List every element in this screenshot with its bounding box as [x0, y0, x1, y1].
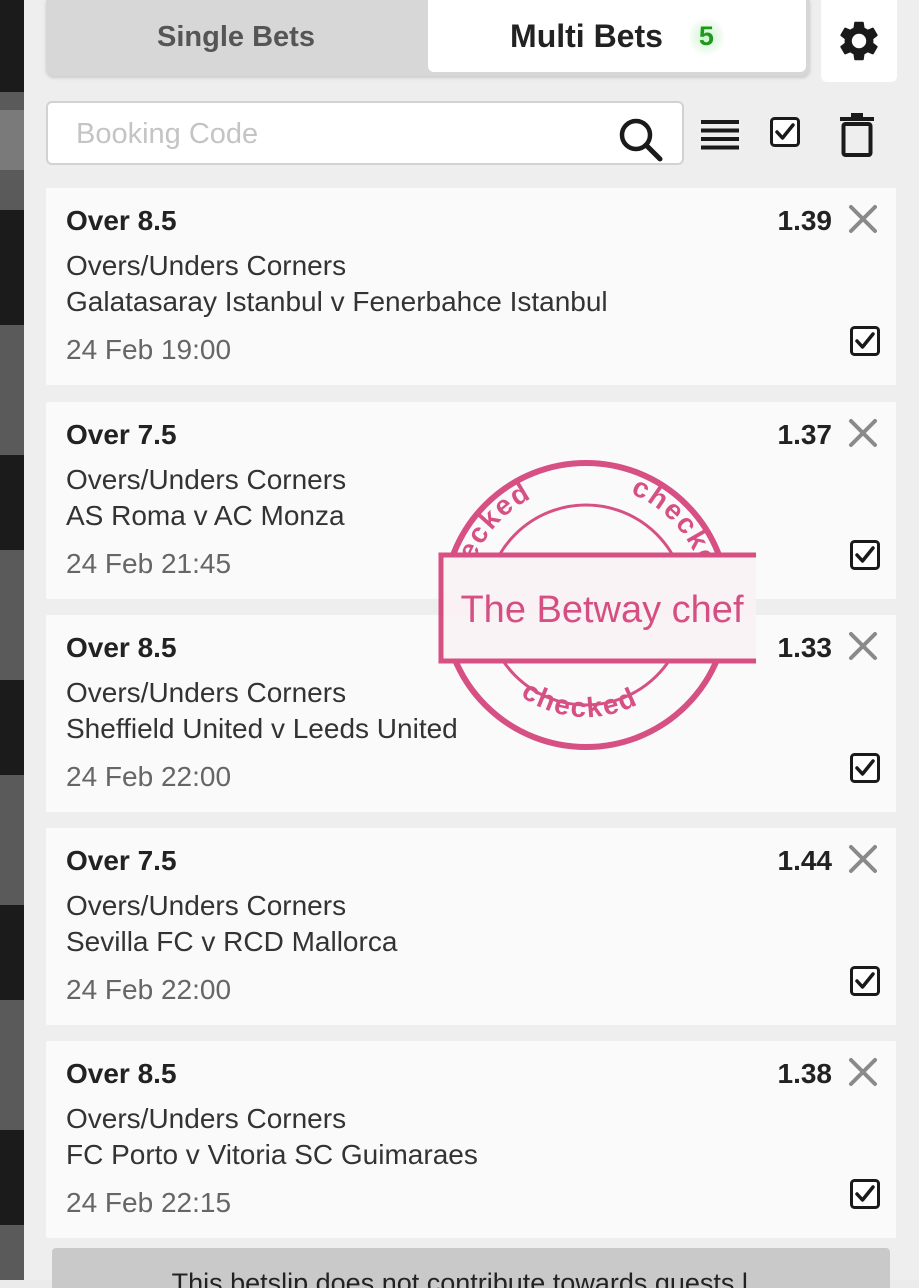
- bet-item: Over 8.5 1.38 Overs/Unders Corners FC Po…: [46, 1041, 896, 1238]
- betslip-panel: Single Bets Multi Bets 5 Booking Code Ov…: [24, 0, 919, 1288]
- close-icon[interactable]: [846, 1055, 880, 1089]
- bet-time: 24 Feb 21:45: [66, 548, 232, 579]
- multi-bets-count-badge: 5: [688, 16, 724, 56]
- bet-odds: 1.37: [777, 419, 833, 450]
- bet-selection: Over 8.5: [66, 1058, 177, 1089]
- background-block: [0, 455, 24, 550]
- close-icon[interactable]: [846, 416, 880, 450]
- bet-checkbox[interactable]: [850, 540, 880, 570]
- notice-text: This betslip does not contribute towards…: [171, 1268, 771, 1288]
- background-block: [0, 1130, 24, 1225]
- background-block: [0, 680, 24, 775]
- bet-event: AS Roma v AC Monza: [66, 500, 345, 531]
- bet-item: Over 7.5 1.37 Overs/Unders Corners AS Ro…: [46, 402, 896, 599]
- tab-multi-bets[interactable]: Multi Bets 5: [428, 0, 806, 72]
- tab-multi-bets-label: Multi Bets: [510, 17, 663, 54]
- bet-time: 24 Feb 22:15: [66, 1187, 232, 1218]
- bet-time: 24 Feb 22:00: [66, 761, 232, 792]
- bet-checkbox[interactable]: [850, 326, 880, 356]
- background-block: [0, 0, 24, 92]
- bet-market: Overs/Unders Corners: [66, 890, 347, 921]
- background-block: [0, 905, 24, 1000]
- bet-odds: 1.38: [777, 1058, 833, 1089]
- bet-market: Overs/Unders Corners: [66, 1103, 347, 1134]
- bet-item: Over 8.5 1.39 Overs/Unders Corners Galat…: [46, 188, 896, 385]
- background-block: [0, 210, 24, 325]
- bet-event: Sheffield United v Leeds United: [66, 713, 458, 744]
- gear-icon: [840, 21, 878, 61]
- booking-code-field: [46, 101, 684, 165]
- bet-market: Overs/Unders Corners: [66, 677, 347, 708]
- bet-checkbox[interactable]: [850, 1179, 880, 1209]
- bet-item: Over 8.5 1.33 Overs/Unders Corners Sheff…: [46, 615, 896, 812]
- bet-market: Overs/Unders Corners: [66, 250, 347, 281]
- bet-market: Overs/Unders Corners: [66, 464, 347, 495]
- betslip-notice: This betslip does not contribute towards…: [52, 1248, 890, 1288]
- bet-selection: Over 7.5: [66, 419, 177, 450]
- bet-selection: Over 8.5: [66, 205, 177, 236]
- search-icon[interactable]: [616, 115, 666, 165]
- bet-time: 24 Feb 19:00: [66, 334, 232, 365]
- bet-selection: Over 8.5: [66, 632, 177, 663]
- bet-checkbox[interactable]: [850, 966, 880, 996]
- bet-item: Over 7.5 1.44 Overs/Unders Corners Sevil…: [46, 828, 896, 1025]
- bet-event: Galatasaray Istanbul v Fenerbahce Istanb…: [66, 286, 608, 317]
- bet-time: 24 Feb 22:00: [66, 974, 232, 1005]
- list-view-icon[interactable]: [701, 120, 739, 150]
- bet-odds: 1.39: [777, 205, 833, 236]
- background-block: [0, 110, 24, 170]
- tab-single-bets[interactable]: Single Bets: [46, 0, 426, 74]
- trash-icon[interactable]: [840, 113, 874, 157]
- select-all-checkbox-icon[interactable]: [770, 117, 800, 147]
- booking-code-input[interactable]: [74, 111, 598, 157]
- close-icon[interactable]: [846, 629, 880, 663]
- close-icon[interactable]: [846, 202, 880, 236]
- bet-selection: Over 7.5: [66, 845, 177, 876]
- tab-single-bets-label: Single Bets: [157, 20, 315, 53]
- betslip-tabs: Single Bets Multi Bets 5: [46, 0, 810, 76]
- bet-event: FC Porto v Vitoria SC Guimaraes: [66, 1139, 478, 1170]
- close-icon[interactable]: [846, 842, 880, 876]
- bet-odds: 1.44: [777, 845, 833, 876]
- settings-button[interactable]: [821, 0, 897, 82]
- bet-odds: 1.33: [777, 632, 833, 663]
- background-app-strip: [0, 0, 24, 1280]
- bet-event: Sevilla FC v RCD Mallorca: [66, 926, 398, 957]
- bet-checkbox[interactable]: [850, 753, 880, 783]
